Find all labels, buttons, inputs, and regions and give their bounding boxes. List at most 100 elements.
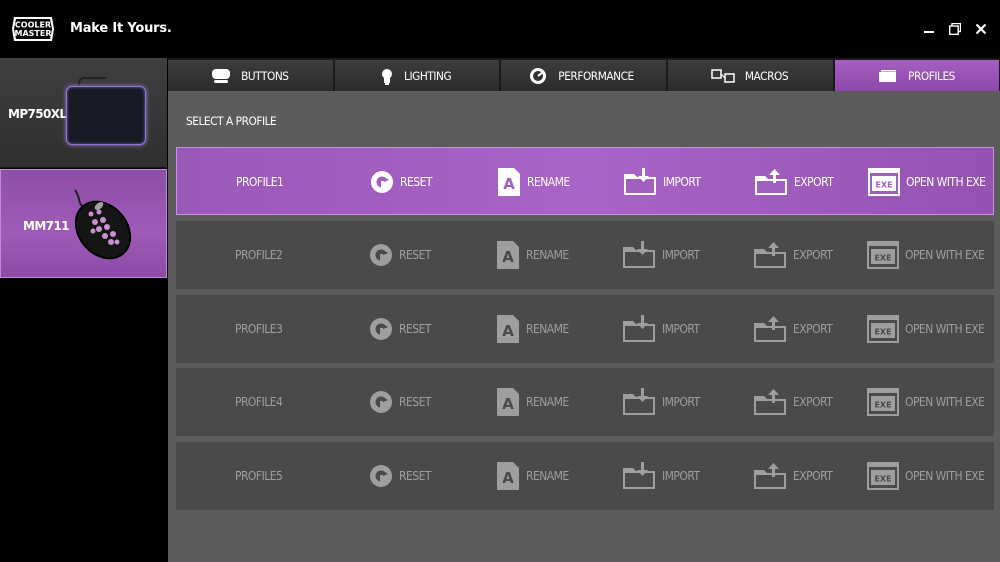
device-label: MP750XL bbox=[8, 107, 67, 121]
tab-macros[interactable]: MACROS bbox=[668, 60, 834, 91]
app-tagline: Make It Yours. bbox=[70, 21, 172, 36]
rename-label: RENAME bbox=[526, 248, 569, 262]
export-button[interactable]: EXPORT bbox=[753, 368, 837, 436]
export-icon bbox=[754, 389, 786, 415]
export-button[interactable]: EXPORT bbox=[753, 295, 837, 363]
reset-label: RESET bbox=[399, 469, 431, 483]
export-icon bbox=[754, 316, 786, 342]
rename-label: RENAME bbox=[527, 175, 570, 189]
mouse-top-icon bbox=[211, 68, 230, 83]
import-icon bbox=[623, 388, 655, 415]
import-button[interactable]: IMPORT bbox=[623, 148, 705, 216]
rename-icon: A bbox=[497, 315, 519, 343]
rename-button[interactable]: A RENAME bbox=[497, 148, 574, 216]
exe-badge-text: EXE bbox=[874, 401, 891, 410]
profile-name: PROFILE1 bbox=[236, 175, 284, 189]
svg-text:A: A bbox=[502, 395, 514, 413]
tab-buttons[interactable]: BUTTONS bbox=[168, 60, 334, 91]
open-with-exe-button[interactable]: EXE OPEN WITH EXE bbox=[867, 295, 993, 363]
svg-text:A: A bbox=[502, 248, 514, 266]
import-button[interactable]: IMPORT bbox=[622, 368, 704, 436]
device-item-mp750xl[interactable]: MP750XL bbox=[0, 58, 167, 168]
export-button[interactable]: EXPORT bbox=[754, 148, 838, 216]
device-item-mm711[interactable]: MM711 bbox=[0, 169, 167, 278]
open-with-exe-button[interactable]: EXE OPEN WITH EXE bbox=[868, 148, 994, 216]
tab-performance[interactable]: PERFORMANCE bbox=[501, 60, 667, 91]
export-button[interactable]: EXPORT bbox=[753, 442, 837, 510]
import-button[interactable]: IMPORT bbox=[622, 442, 704, 510]
cooler-master-logo: COOLER MASTER bbox=[12, 17, 54, 41]
tab-lighting[interactable]: LIGHTING bbox=[335, 60, 500, 91]
tab-label: LIGHTING bbox=[404, 68, 452, 83]
import-icon bbox=[623, 315, 655, 342]
mouse-image bbox=[74, 189, 132, 260]
profiles-icon bbox=[878, 69, 896, 82]
open-with-exe-button[interactable]: EXE OPEN WITH EXE bbox=[867, 442, 993, 510]
export-button[interactable]: EXPORT bbox=[753, 221, 837, 289]
profile-row-5[interactable]: PROFILE5 RESET A RENAME IMPORT EXPORT EX… bbox=[176, 442, 994, 510]
open-with-exe-label: OPEN WITH EXE bbox=[906, 175, 986, 189]
tab-label: PROFILES bbox=[907, 68, 955, 83]
export-icon bbox=[754, 242, 786, 268]
reset-icon bbox=[371, 171, 393, 193]
reset-button[interactable]: RESET bbox=[369, 368, 434, 436]
exe-badge-text: EXE bbox=[875, 181, 892, 190]
tab-label: BUTTONS bbox=[240, 68, 289, 83]
tab-label: PERFORMANCE bbox=[558, 68, 635, 83]
section-title: SELECT A PROFILE bbox=[186, 114, 277, 128]
gauge-icon bbox=[530, 67, 547, 84]
reset-button[interactable]: RESET bbox=[369, 295, 434, 363]
rename-button[interactable]: A RENAME bbox=[496, 368, 573, 436]
tab-profiles[interactable]: PROFILES bbox=[835, 60, 1000, 91]
import-button[interactable]: IMPORT bbox=[622, 295, 704, 363]
reset-button[interactable]: RESET bbox=[369, 442, 434, 510]
import-label: IMPORT bbox=[662, 248, 700, 262]
close-icon bbox=[975, 23, 987, 35]
macro-icon bbox=[711, 68, 735, 83]
logo-line-2: MASTER bbox=[15, 29, 52, 38]
exe-icon: EXE bbox=[867, 315, 899, 343]
profile-name: PROFILE5 bbox=[235, 469, 283, 483]
main-panel: BUTTONS LIGHTING PERFORMANCE MACROS PROF… bbox=[168, 58, 1000, 562]
export-label: EXPORT bbox=[793, 395, 833, 409]
open-with-exe-button[interactable]: EXE OPEN WITH EXE bbox=[867, 368, 993, 436]
import-label: IMPORT bbox=[663, 175, 701, 189]
import-label: IMPORT bbox=[662, 395, 700, 409]
profile-row-3[interactable]: PROFILE3 RESET A RENAME IMPORT EXPORT EX… bbox=[176, 295, 994, 363]
reset-label: RESET bbox=[400, 175, 432, 189]
rename-icon: A bbox=[498, 168, 520, 196]
title-bar: COOLER MASTER Make It Yours. bbox=[0, 0, 1000, 58]
profile-name: PROFILE4 bbox=[235, 395, 283, 409]
profile-row-2[interactable]: PROFILE2 RESET A RENAME IMPORT EXPORT EX… bbox=[176, 221, 994, 289]
reset-button[interactable]: RESET bbox=[370, 148, 435, 216]
restore-icon bbox=[949, 23, 961, 35]
svg-text:A: A bbox=[502, 322, 514, 340]
profile-row-1[interactable]: PROFILE1 RESET A RENAME IMPORT EXPORT EX… bbox=[176, 147, 994, 215]
minimize-icon bbox=[924, 31, 934, 33]
import-button[interactable]: IMPORT bbox=[622, 221, 704, 289]
open-with-exe-label: OPEN WITH EXE bbox=[905, 248, 985, 262]
open-with-exe-button[interactable]: EXE OPEN WITH EXE bbox=[867, 221, 993, 289]
maximize-button[interactable] bbox=[944, 18, 966, 40]
rename-icon: A bbox=[497, 462, 519, 490]
profile-row-4[interactable]: PROFILE4 RESET A RENAME IMPORT EXPORT EX… bbox=[176, 368, 994, 436]
export-icon bbox=[754, 463, 786, 489]
import-icon bbox=[623, 241, 655, 268]
exe-icon: EXE bbox=[868, 168, 900, 196]
close-button[interactable] bbox=[970, 18, 992, 40]
rename-button[interactable]: A RENAME bbox=[496, 221, 573, 289]
reset-icon bbox=[370, 465, 392, 487]
rename-icon: A bbox=[497, 388, 519, 416]
export-label: EXPORT bbox=[793, 248, 833, 262]
minimize-button[interactable] bbox=[918, 18, 940, 40]
tab-bar: BUTTONS LIGHTING PERFORMANCE MACROS PROF… bbox=[168, 58, 1000, 91]
reset-label: RESET bbox=[399, 395, 431, 409]
reset-button[interactable]: RESET bbox=[369, 221, 434, 289]
import-icon bbox=[624, 168, 656, 195]
rename-button[interactable]: A RENAME bbox=[496, 442, 573, 510]
profile-name: PROFILE3 bbox=[235, 322, 283, 336]
import-label: IMPORT bbox=[662, 469, 700, 483]
exe-icon: EXE bbox=[867, 388, 899, 416]
exe-badge-text: EXE bbox=[874, 475, 891, 484]
rename-button[interactable]: A RENAME bbox=[496, 295, 573, 363]
